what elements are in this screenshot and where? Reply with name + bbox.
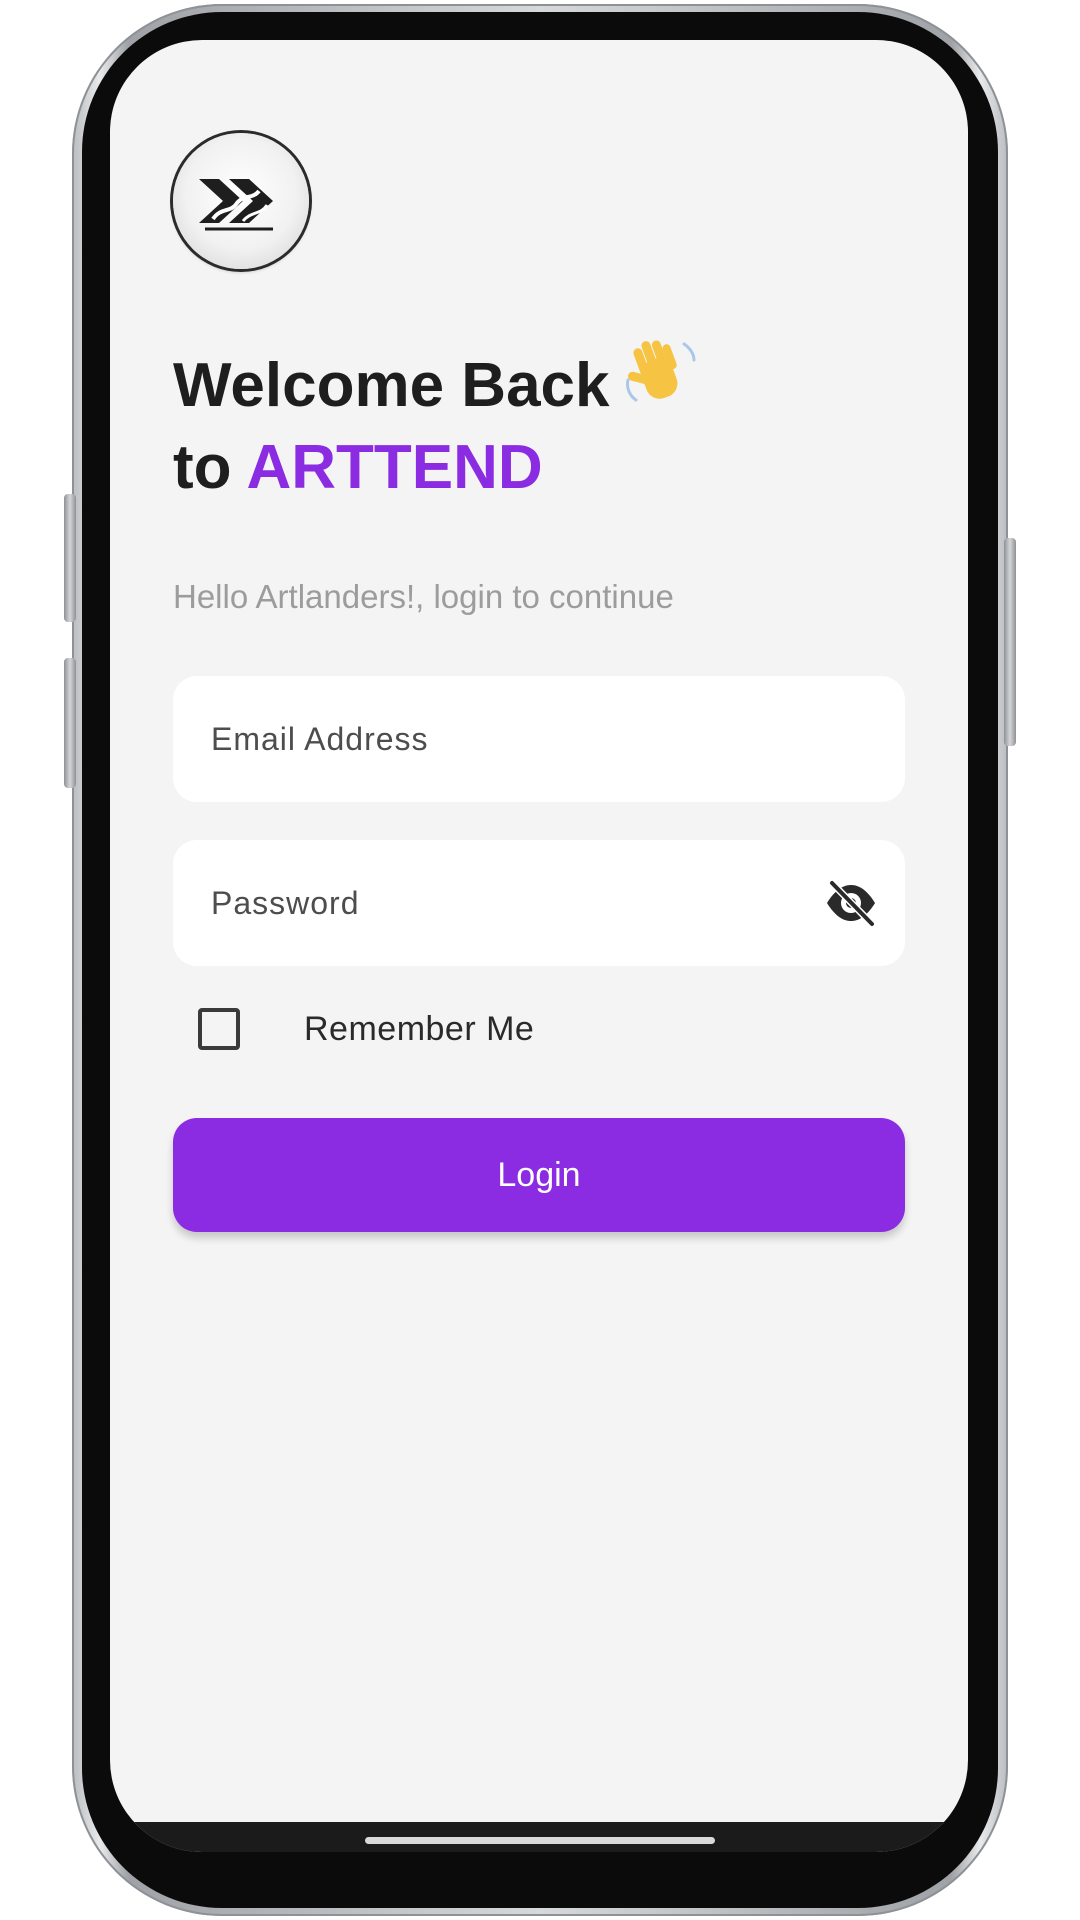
double-chevron-logo-icon <box>199 179 273 231</box>
power-button <box>1004 538 1016 746</box>
email-field[interactable] <box>211 676 791 802</box>
volume-up-button <box>64 494 76 622</box>
brand-name: ARTTEND <box>246 433 543 502</box>
app-logo <box>173 133 309 269</box>
eye-off-icon[interactable] <box>823 878 879 928</box>
password-field[interactable] <box>211 840 791 966</box>
email-field-container <box>173 676 905 802</box>
password-field-container <box>173 840 905 966</box>
login-screen: Welcome Back to ARTTEND Hello Artlanders… <box>110 40 968 1852</box>
login-button[interactable]: Login <box>173 1118 905 1232</box>
waving-hand-icon <box>622 336 698 427</box>
remember-me-label: Remember Me <box>304 1010 535 1048</box>
bottom-bar <box>110 1822 968 1852</box>
remember-me-checkbox[interactable] <box>198 1008 240 1050</box>
home-indicator[interactable] <box>365 1837 715 1844</box>
title-prefix: to <box>173 433 232 502</box>
volume-down-button <box>64 658 76 788</box>
title-text: Welcome Back <box>173 351 610 420</box>
page-title-line-1: Welcome Back <box>173 336 698 427</box>
page-title-line-2: to ARTTEND <box>173 432 543 503</box>
subtitle: Hello Artlanders!, login to continue <box>173 578 674 615</box>
